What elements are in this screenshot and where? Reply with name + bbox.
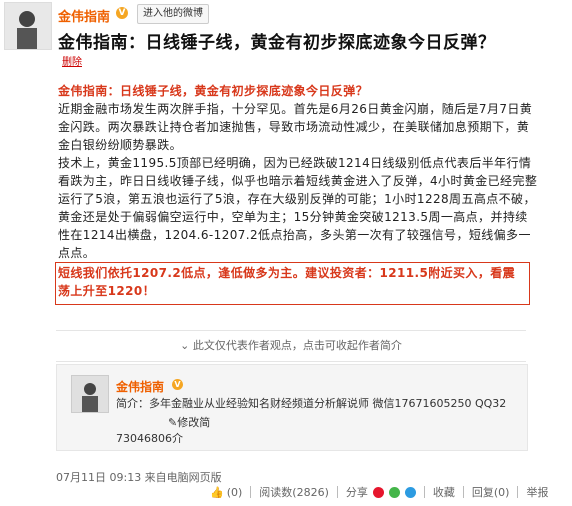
weibo-share-icon[interactable] xyxy=(372,486,384,498)
divider xyxy=(336,486,338,498)
advice-text: 短线我们依托1207.2低点，逢低做多为主。建议投资者：1211.5附近买入，看… xyxy=(58,266,516,298)
card-author-name[interactable]: 金伟指南 xyxy=(116,378,164,395)
card-avatar[interactable] xyxy=(71,375,109,413)
wechat-share-icon[interactable] xyxy=(388,486,400,498)
verified-v-icon: V xyxy=(116,7,128,19)
like-button[interactable]: 👍 (0) xyxy=(210,486,242,499)
author-avatar[interactable] xyxy=(4,2,52,50)
share-button[interactable]: 分享 xyxy=(346,484,416,500)
divider xyxy=(517,486,519,498)
collapse-bio-toggle[interactable]: ⌄ 此文仅代表作者观点，点击可收起作者简介 xyxy=(56,330,526,362)
edit-intro-link[interactable]: ✎修改简 xyxy=(168,414,210,430)
divider xyxy=(423,486,425,498)
edit-pencil-icon: ✎ xyxy=(168,416,178,429)
delete-link[interactable]: 删除 xyxy=(62,53,82,68)
read-count: 阅读数(2826) xyxy=(259,486,329,499)
article-headline: 金伟指南：日线锤子线，黄金有初步探底迹象今日反弹？ xyxy=(58,84,369,98)
report-button[interactable]: 举报 xyxy=(526,484,548,500)
page-title: 金伟指南：日线锤子线，黄金有初步探底迹象今日反弹？ xyxy=(58,33,496,53)
divider xyxy=(250,486,252,498)
card-verified-v-icon: V xyxy=(172,379,183,390)
collapse-arrow-icon: ⌄ xyxy=(180,339,193,352)
edit-intro-label: 修改简 xyxy=(177,416,211,429)
qzone-share-icon[interactable] xyxy=(404,486,416,498)
visit-profile-button[interactable]: 进入他的微博 xyxy=(137,4,209,24)
thumb-up-icon: 👍 xyxy=(210,485,224,499)
author-name[interactable]: 金伟指南 xyxy=(58,6,110,25)
divider xyxy=(462,486,464,498)
card-intro-continued: 73046806介 xyxy=(116,432,183,445)
favorite-button[interactable]: 收藏 xyxy=(433,484,455,500)
action-toolbar: 👍 (0) 阅读数(2826) 分享 收藏 回复(0) 举报 xyxy=(210,484,548,500)
article-paragraph-1: 近期金融市场发生两次胖手指，十分罕见。首先是6月26日黄金闪崩，随后是7月7日黄… xyxy=(58,102,533,152)
reply-button[interactable]: 回复(0) xyxy=(472,484,510,500)
article-paragraph-2: 技术上，黄金1195.5顶部已经明确，因为已经跌破1214日线级别低点代表后半年… xyxy=(58,156,538,260)
post-time-source: 07月11日 09:13 来自电脑网页版 xyxy=(56,471,222,484)
card-intro: 简介：多年金融业从业经验知名财经频道分析解说师 微信17671605250 QQ… xyxy=(116,397,507,410)
collapse-bio-label: 此文仅代表作者观点，点击可收起作者简介 xyxy=(192,339,402,352)
